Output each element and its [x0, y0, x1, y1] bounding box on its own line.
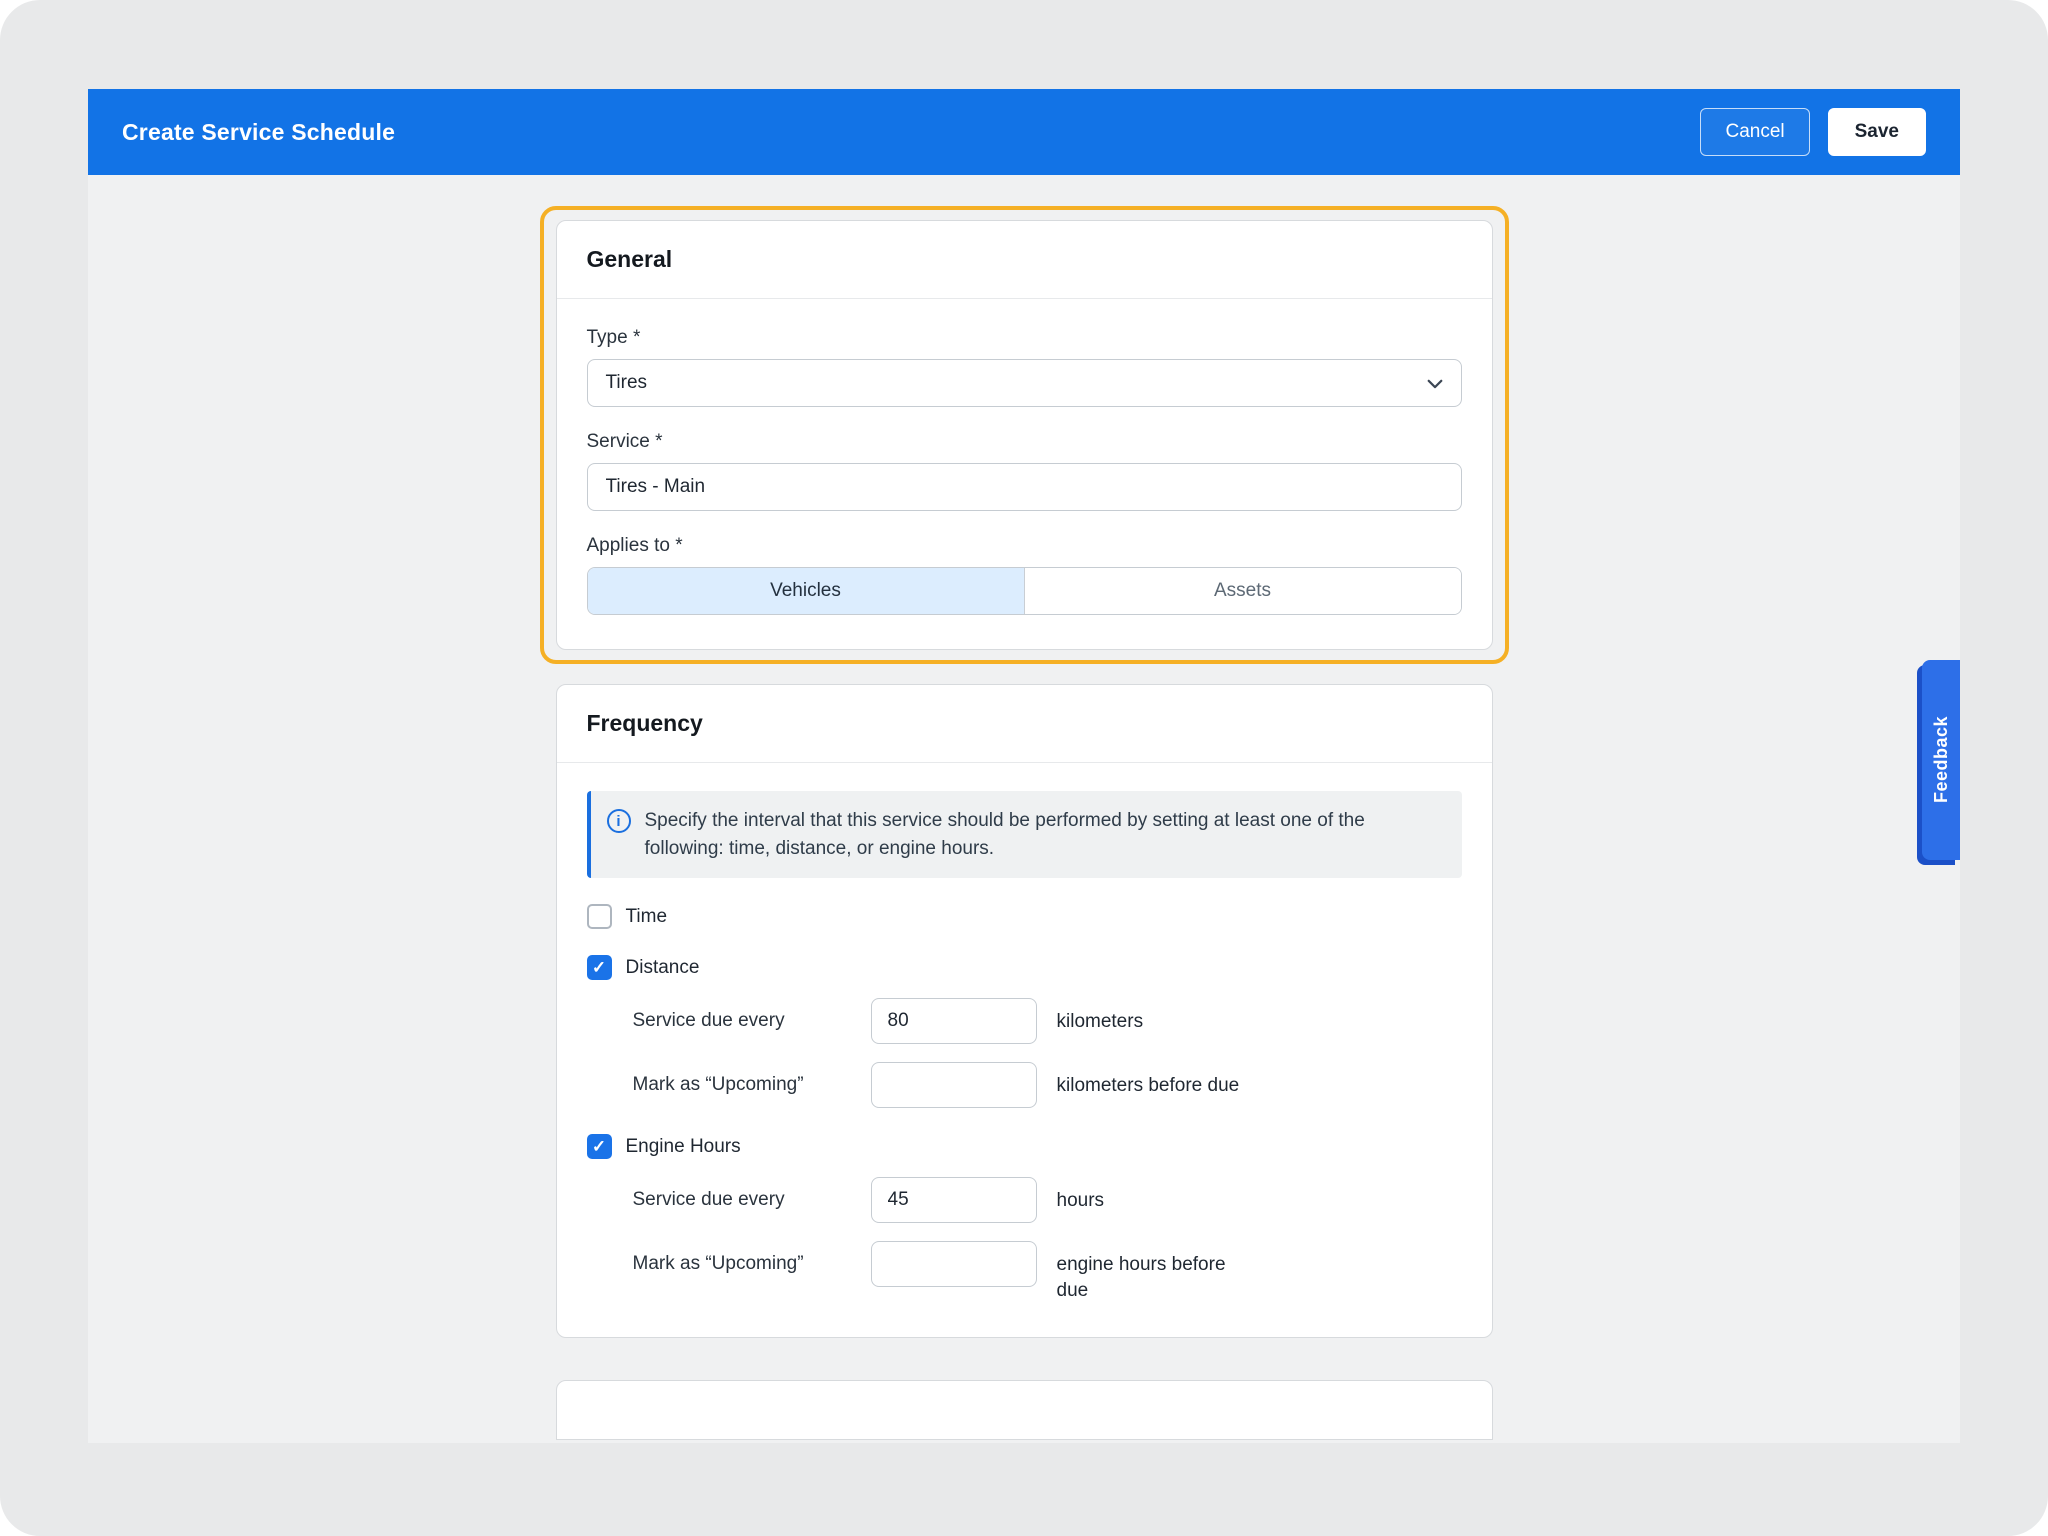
engine-hours-row: ✓ Engine Hours [587, 1134, 1462, 1159]
distance-upcoming-label: Mark as “Upcoming” [633, 1062, 871, 1096]
distance-due-unit: kilometers [1057, 998, 1144, 1035]
general-card-header: General [557, 221, 1492, 299]
general-title: General [587, 246, 1462, 273]
page-header: Create Service Schedule Cancel Save [88, 89, 1960, 175]
distance-upcoming-row: Mark as “Upcoming” kilometers before due [633, 1062, 1462, 1108]
frequency-card-body: i Specify the interval that this service… [557, 763, 1492, 1337]
general-highlight-ring: General Type * Tires Service * Applies [540, 206, 1509, 664]
engine-upcoming-unit: engine hours before due [1057, 1241, 1262, 1303]
service-label: Service * [587, 431, 1462, 453]
frequency-card-header: Frequency [557, 685, 1492, 763]
applies-to-segmented-control: Vehicles Assets [587, 567, 1462, 615]
engine-due-row: Service due every hours [633, 1177, 1462, 1223]
feedback-tab-label: Feedback [1931, 716, 1952, 803]
engine-hours-checkbox-label: Engine Hours [626, 1136, 741, 1158]
save-button[interactable]: Save [1828, 108, 1926, 156]
engine-upcoming-row: Mark as “Upcoming” engine hours before d… [633, 1241, 1462, 1303]
frequency-info-banner: i Specify the interval that this service… [587, 791, 1462, 878]
segment-vehicles[interactable]: Vehicles [588, 568, 1024, 614]
engine-due-input[interactable] [871, 1177, 1037, 1223]
content-area: General Type * Tires Service * Applies [88, 175, 1960, 1443]
distance-upcoming-unit: kilometers before due [1057, 1062, 1240, 1099]
distance-due-input[interactable] [871, 998, 1037, 1044]
checkmark-icon: ✓ [592, 959, 606, 976]
segment-assets[interactable]: Assets [1024, 568, 1461, 614]
feedback-tab[interactable]: Feedback [1922, 660, 1960, 860]
page-title: Create Service Schedule [122, 119, 395, 146]
general-card-body: Type * Tires Service * Applies to * Vehi… [557, 299, 1492, 649]
general-card: General Type * Tires Service * Applies [556, 220, 1493, 650]
distance-checkbox-label: Distance [626, 957, 700, 979]
engine-upcoming-label: Mark as “Upcoming” [633, 1241, 871, 1275]
info-icon: i [607, 809, 631, 833]
engine-due-unit: hours [1057, 1177, 1105, 1214]
frequency-card: Frequency i Specify the interval that th… [556, 684, 1493, 1338]
service-input[interactable] [587, 463, 1462, 511]
distance-upcoming-input[interactable] [871, 1062, 1037, 1108]
chevron-down-icon [1425, 374, 1445, 400]
screenshot-frame: Create Service Schedule Cancel Save Gene… [0, 0, 2048, 1536]
cancel-button[interactable]: Cancel [1700, 108, 1809, 156]
time-row: ✓ Time [587, 904, 1462, 929]
type-label: Type * [587, 327, 1462, 349]
checkmark-icon: ✓ [592, 1138, 606, 1155]
applies-to-label: Applies to * [587, 535, 1462, 557]
frequency-info-text: Specify the interval that this service s… [645, 807, 1442, 862]
partial-next-card [556, 1380, 1493, 1440]
engine-hours-checkbox[interactable]: ✓ [587, 1134, 612, 1159]
distance-due-label: Service due every [633, 998, 871, 1032]
frequency-title: Frequency [587, 710, 1462, 737]
type-select-value: Tires [606, 372, 648, 394]
app-window: Create Service Schedule Cancel Save Gene… [88, 89, 1960, 1443]
time-checkbox-label: Time [626, 906, 668, 928]
distance-due-row: Service due every kilometers [633, 998, 1462, 1044]
engine-upcoming-input[interactable] [871, 1241, 1037, 1287]
time-checkbox[interactable]: ✓ [587, 904, 612, 929]
distance-row: ✓ Distance [587, 955, 1462, 980]
engine-due-label: Service due every [633, 1177, 871, 1211]
type-select[interactable]: Tires [587, 359, 1462, 407]
distance-checkbox[interactable]: ✓ [587, 955, 612, 980]
